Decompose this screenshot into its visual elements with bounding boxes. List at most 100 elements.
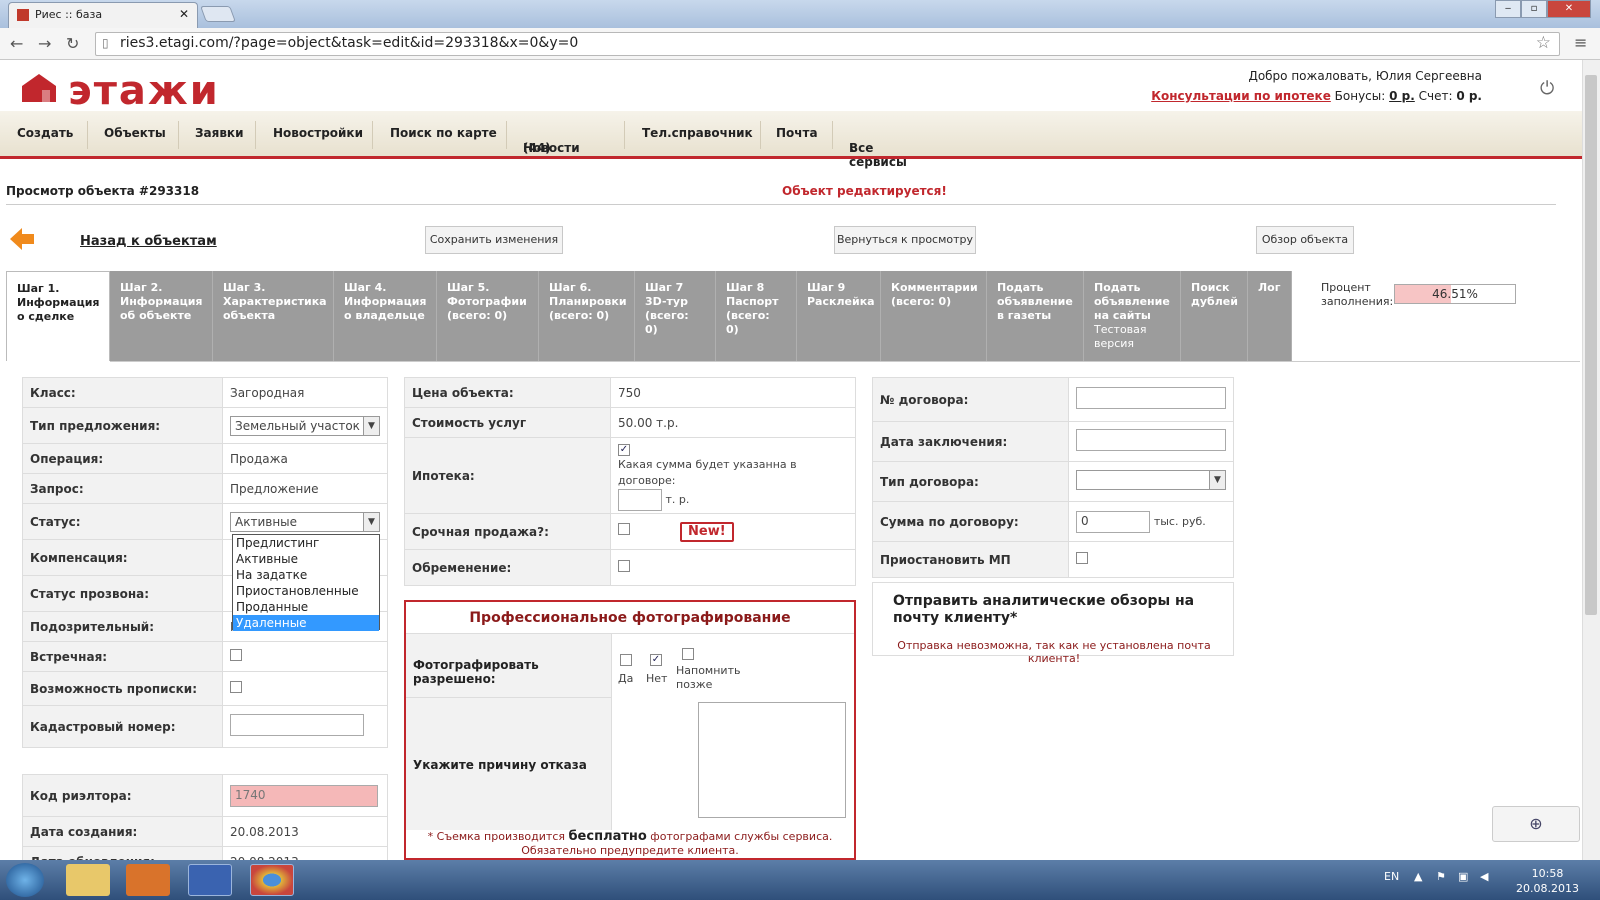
- volume-icon[interactable]: ◀: [1480, 870, 1488, 883]
- chrome-icon[interactable]: [250, 864, 294, 896]
- status-dropdown-list: Предлистинг Активные На задатке Приостан…: [232, 534, 380, 631]
- cadastral-input[interactable]: [230, 714, 364, 736]
- explorer-icon[interactable]: [66, 864, 110, 896]
- tab-step-2[interactable]: Шаг 2. Информация об объекте: [110, 271, 213, 361]
- contract-number-input[interactable]: [1076, 387, 1226, 409]
- logo-text[interactable]: этажи: [68, 68, 220, 114]
- contract-type-select[interactable]: ▼: [1076, 470, 1226, 490]
- tab-step-5[interactable]: Шаг 5. Фотографии (всего: 0): [437, 271, 539, 361]
- refusal-reason-label: Укажите причину отказа: [406, 698, 612, 830]
- menu-item-mail[interactable]: Почта: [776, 126, 818, 140]
- taskbar-clock[interactable]: 10:58 20.08.2013: [1516, 866, 1579, 896]
- browser-menu-icon[interactable]: ≡: [1574, 33, 1587, 52]
- status-option[interactable]: Предлистинг: [233, 535, 379, 551]
- photo-no-checkbox[interactable]: ✓: [650, 654, 662, 666]
- reload-icon[interactable]: ↻: [66, 34, 79, 53]
- pause-mp-checkbox[interactable]: [1076, 552, 1088, 564]
- photo-remind-checkbox[interactable]: [682, 648, 694, 660]
- status-option[interactable]: Проданные: [233, 599, 379, 615]
- tab-log[interactable]: Лог: [1248, 271, 1292, 361]
- scroll-down-icon[interactable]: ⊕: [1492, 806, 1580, 842]
- word-icon[interactable]: [188, 864, 232, 896]
- status-option-highlighted[interactable]: Удаленные: [233, 615, 379, 631]
- back-to-objects-link[interactable]: Назад к объектам: [80, 234, 217, 249]
- menu-item-requests[interactable]: Заявки: [195, 126, 243, 140]
- window-close-icon[interactable]: ✕: [1547, 0, 1591, 18]
- network-icon[interactable]: ▣: [1458, 870, 1468, 883]
- menu-item-new-buildings[interactable]: Новостройки: [273, 126, 363, 140]
- tab-step-3[interactable]: Шаг 3. Характеристика объекта: [213, 271, 334, 361]
- contract-date-input[interactable]: [1076, 429, 1226, 451]
- realtor-code-input[interactable]: 1740: [230, 784, 378, 807]
- mortgage-checkbox[interactable]: ✓: [618, 443, 630, 456]
- tab-close-icon[interactable]: ✕: [179, 7, 189, 21]
- tab-website-ad[interactable]: Подать объявление на сайты Тестовая верси…: [1084, 271, 1181, 361]
- dropdown-arrow-icon[interactable]: ▼: [1209, 471, 1225, 489]
- registration-checkbox[interactable]: [230, 681, 242, 693]
- main-menu: Создать Объекты Заявки Новостройки Поиск…: [0, 111, 1582, 169]
- suspicious-label: Подозрительный:: [22, 611, 223, 642]
- menu-item-map-search[interactable]: Поиск по карте: [390, 126, 497, 140]
- maximize-icon[interactable]: ▫: [1521, 0, 1547, 18]
- tab-step-4[interactable]: Шаг 4. Информация о владельце: [334, 271, 437, 361]
- photo-note: * Съемка производится бесплатно фотограф…: [406, 830, 854, 858]
- url-text: ries3.etagi.com/?page=object&task=edit&i…: [120, 35, 579, 51]
- pro-photo-title: Профессиональное фотографирование: [406, 602, 854, 634]
- status-option[interactable]: Активные: [233, 551, 379, 567]
- browser-tab[interactable]: Риес :: база ✕: [8, 2, 198, 28]
- menu-item-objects[interactable]: Объекты: [104, 126, 166, 140]
- counter-offer-checkbox[interactable]: [230, 649, 242, 661]
- forward-arrow-icon[interactable]: →: [38, 34, 51, 53]
- encumbrance-checkbox[interactable]: [618, 560, 630, 572]
- mortgage-sum-input[interactable]: [618, 488, 662, 511]
- language-indicator[interactable]: EN: [1384, 870, 1399, 883]
- fill-progress-value: 46.51%: [1432, 287, 1478, 301]
- address-bar[interactable]: ries3.etagi.com/?page=object&task=edit&i…: [95, 32, 1560, 56]
- start-button-icon[interactable]: [6, 863, 44, 897]
- tab-step-6[interactable]: Шаг 6. Планировки (всего: 0): [539, 271, 635, 361]
- class-value: Загородная: [222, 377, 388, 408]
- media-player-icon[interactable]: [126, 864, 170, 896]
- contract-sum-input[interactable]: 0: [1076, 510, 1150, 533]
- status-option[interactable]: На задатке: [233, 567, 379, 583]
- mortgage-consult-link[interactable]: Консультации по ипотеке: [1151, 89, 1331, 103]
- logout-power-icon[interactable]: ⏻: [1540, 78, 1554, 99]
- tab-newspaper-ad[interactable]: Подать объявление в газеты: [987, 271, 1084, 361]
- photo-note-pre: * Съемка производится: [427, 830, 569, 843]
- back-arrow-icon[interactable]: ←: [10, 34, 23, 53]
- bookmark-star-icon[interactable]: ☆: [1536, 33, 1551, 53]
- contract-sum-label: Сумма по договору:: [872, 501, 1069, 542]
- return-to-view-button[interactable]: Вернуться к просмотру: [834, 226, 976, 254]
- photo-yes-checkbox[interactable]: [620, 654, 632, 666]
- dropdown-arrow-icon[interactable]: ▼: [363, 512, 379, 531]
- account-label: Счет:: [1414, 89, 1457, 103]
- status-select[interactable]: Активные ▼: [230, 511, 380, 532]
- save-changes-button[interactable]: Сохранить изменения: [425, 226, 563, 254]
- scrollbar-thumb[interactable]: [1585, 75, 1597, 615]
- tab-duplicates[interactable]: Поиск дублей: [1181, 271, 1248, 361]
- new-tab-button[interactable]: [200, 6, 236, 22]
- website-ad-label: Подать объявление на сайты: [1094, 281, 1170, 322]
- bonus-value[interactable]: 0 р.: [1389, 89, 1415, 103]
- flag-icon[interactable]: ⚑: [1436, 870, 1446, 883]
- tab-step-9[interactable]: Шаг 9 Расклейка: [797, 271, 881, 361]
- menu-item-phonebook[interactable]: Тел.справочник: [642, 126, 753, 140]
- tab-step-7[interactable]: Шаг 7 3D-тур (всего: 0): [635, 271, 716, 361]
- tab-comments[interactable]: Комментарии (всего: 0): [881, 271, 987, 361]
- back-arrow-icon[interactable]: [10, 228, 34, 250]
- menu-item-create[interactable]: Создать: [17, 126, 73, 140]
- minimize-icon[interactable]: ‒: [1495, 0, 1521, 18]
- status-option[interactable]: Приостановленные: [233, 583, 379, 599]
- tab-step-1[interactable]: Шаг 1. Информация о сделке: [6, 271, 110, 361]
- dropdown-arrow-icon[interactable]: ▼: [363, 416, 379, 435]
- tab-step-8[interactable]: Шаг 8 Паспорт (всего: 0): [716, 271, 797, 361]
- refusal-reason-textarea[interactable]: [698, 702, 846, 818]
- user-name-link[interactable]: Юлия Сергеевна: [1376, 69, 1482, 83]
- tray-expand-icon[interactable]: ▲: [1414, 870, 1422, 883]
- website-ad-sub: Тестовая версия: [1094, 323, 1147, 350]
- editing-notice: Объект редактируется!: [782, 184, 947, 198]
- welcome-prefix: Добро пожаловать,: [1248, 69, 1376, 83]
- offer-type-select[interactable]: Земельный участок ▼: [230, 415, 380, 436]
- object-review-button[interactable]: Обзор объекта: [1256, 226, 1354, 254]
- urgent-sale-checkbox[interactable]: [618, 522, 630, 535]
